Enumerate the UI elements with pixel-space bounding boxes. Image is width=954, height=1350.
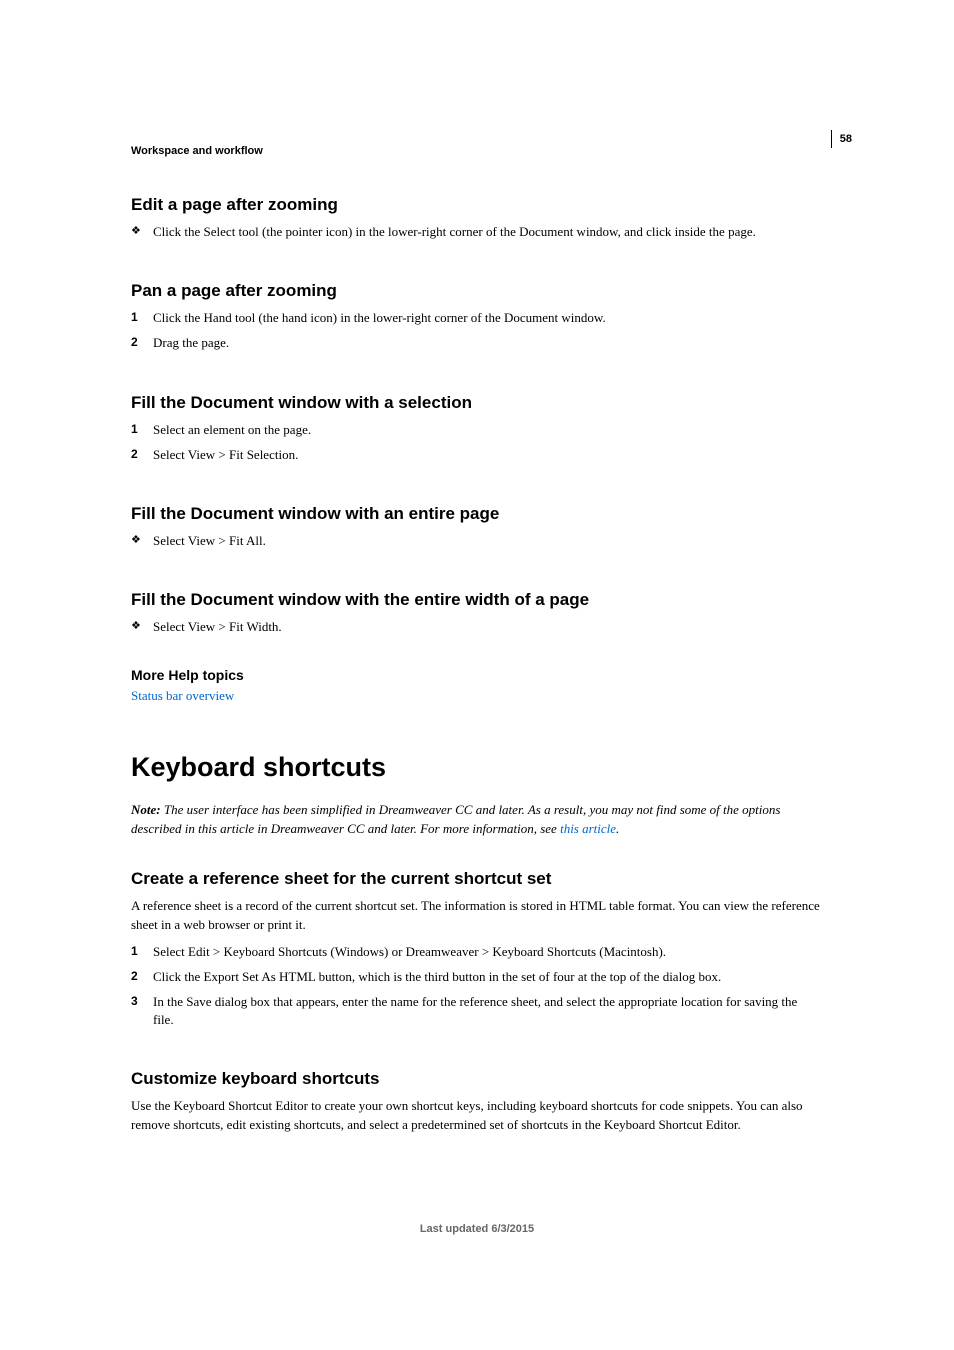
list-item-text: Select View > Fit All. xyxy=(153,532,821,550)
list-number: 2 xyxy=(131,334,153,352)
list-number: 1 xyxy=(131,309,153,327)
list-number: 2 xyxy=(131,446,153,464)
list-item-text: Select an element on the page. xyxy=(153,421,821,439)
list-item-text: Drag the page. xyxy=(153,334,821,352)
bullet-icon: ❖ xyxy=(131,532,153,550)
section-title-fill-entire-page: Fill the Document window with an entire … xyxy=(131,504,821,524)
list-item: ❖ Click the Select tool (the pointer ico… xyxy=(131,223,821,241)
page-content: Edit a page after zooming ❖ Click the Se… xyxy=(131,195,821,1143)
note-text-1: The user interface has been simplified i… xyxy=(131,802,780,836)
list-item: 2 Drag the page. xyxy=(131,334,821,352)
list-item-text: Select View > Fit Width. xyxy=(153,618,821,636)
list-number: 1 xyxy=(131,943,153,961)
list-item: 1 Select Edit > Keyboard Shortcuts (Wind… xyxy=(131,943,821,961)
ref-sheet-paragraph: A reference sheet is a record of the cur… xyxy=(131,897,821,935)
list-item-text: Select Edit > Keyboard Shortcuts (Window… xyxy=(153,943,821,961)
keyboard-shortcuts-title: Keyboard shortcuts xyxy=(131,752,821,783)
section-title-edit-page: Edit a page after zooming xyxy=(131,195,821,215)
list-item-text: In the Save dialog box that appears, ent… xyxy=(153,993,821,1029)
list-item: 2 Select View > Fit Selection. xyxy=(131,446,821,464)
header-section-label: Workspace and workflow xyxy=(131,145,263,157)
status-bar-overview-link[interactable]: Status bar overview xyxy=(131,688,821,704)
list-item: ❖ Select View > Fit All. xyxy=(131,532,821,550)
list-item-text: Click the Export Set As HTML button, whi… xyxy=(153,968,821,986)
section-title-pan-page: Pan a page after zooming xyxy=(131,281,821,301)
list-item: 1 Click the Hand tool (the hand icon) in… xyxy=(131,309,821,327)
section-title-fill-selection: Fill the Document window with a selectio… xyxy=(131,393,821,413)
list-item: ❖ Select View > Fit Width. xyxy=(131,618,821,636)
this-article-link[interactable]: this article xyxy=(560,821,616,836)
note-paragraph: Note: The user interface has been simpli… xyxy=(131,801,821,839)
more-help-heading: More Help topics xyxy=(131,667,821,683)
list-item-text: Select View > Fit Selection. xyxy=(153,446,821,464)
page-number: 58 xyxy=(831,130,852,148)
list-item: 3 In the Save dialog box that appears, e… xyxy=(131,993,821,1029)
list-item-text: Click the Select tool (the pointer icon)… xyxy=(153,223,821,241)
bullet-icon: ❖ xyxy=(131,223,153,241)
note-label: Note: xyxy=(131,802,161,817)
list-item-text: Click the Hand tool (the hand icon) in t… xyxy=(153,309,821,327)
list-number: 3 xyxy=(131,993,153,1029)
bullet-icon: ❖ xyxy=(131,618,153,636)
section-title-create-reference: Create a reference sheet for the current… xyxy=(131,869,821,889)
list-number: 2 xyxy=(131,968,153,986)
list-item: 1 Select an element on the page. xyxy=(131,421,821,439)
list-item: 2 Click the Export Set As HTML button, w… xyxy=(131,968,821,986)
section-title-customize: Customize keyboard shortcuts xyxy=(131,1069,821,1089)
note-text-2: . xyxy=(616,821,619,836)
customize-paragraph: Use the Keyboard Shortcut Editor to crea… xyxy=(131,1097,821,1135)
list-number: 1 xyxy=(131,421,153,439)
section-title-fill-width: Fill the Document window with the entire… xyxy=(131,590,821,610)
last-updated-footer: Last updated 6/3/2015 xyxy=(0,1223,954,1235)
